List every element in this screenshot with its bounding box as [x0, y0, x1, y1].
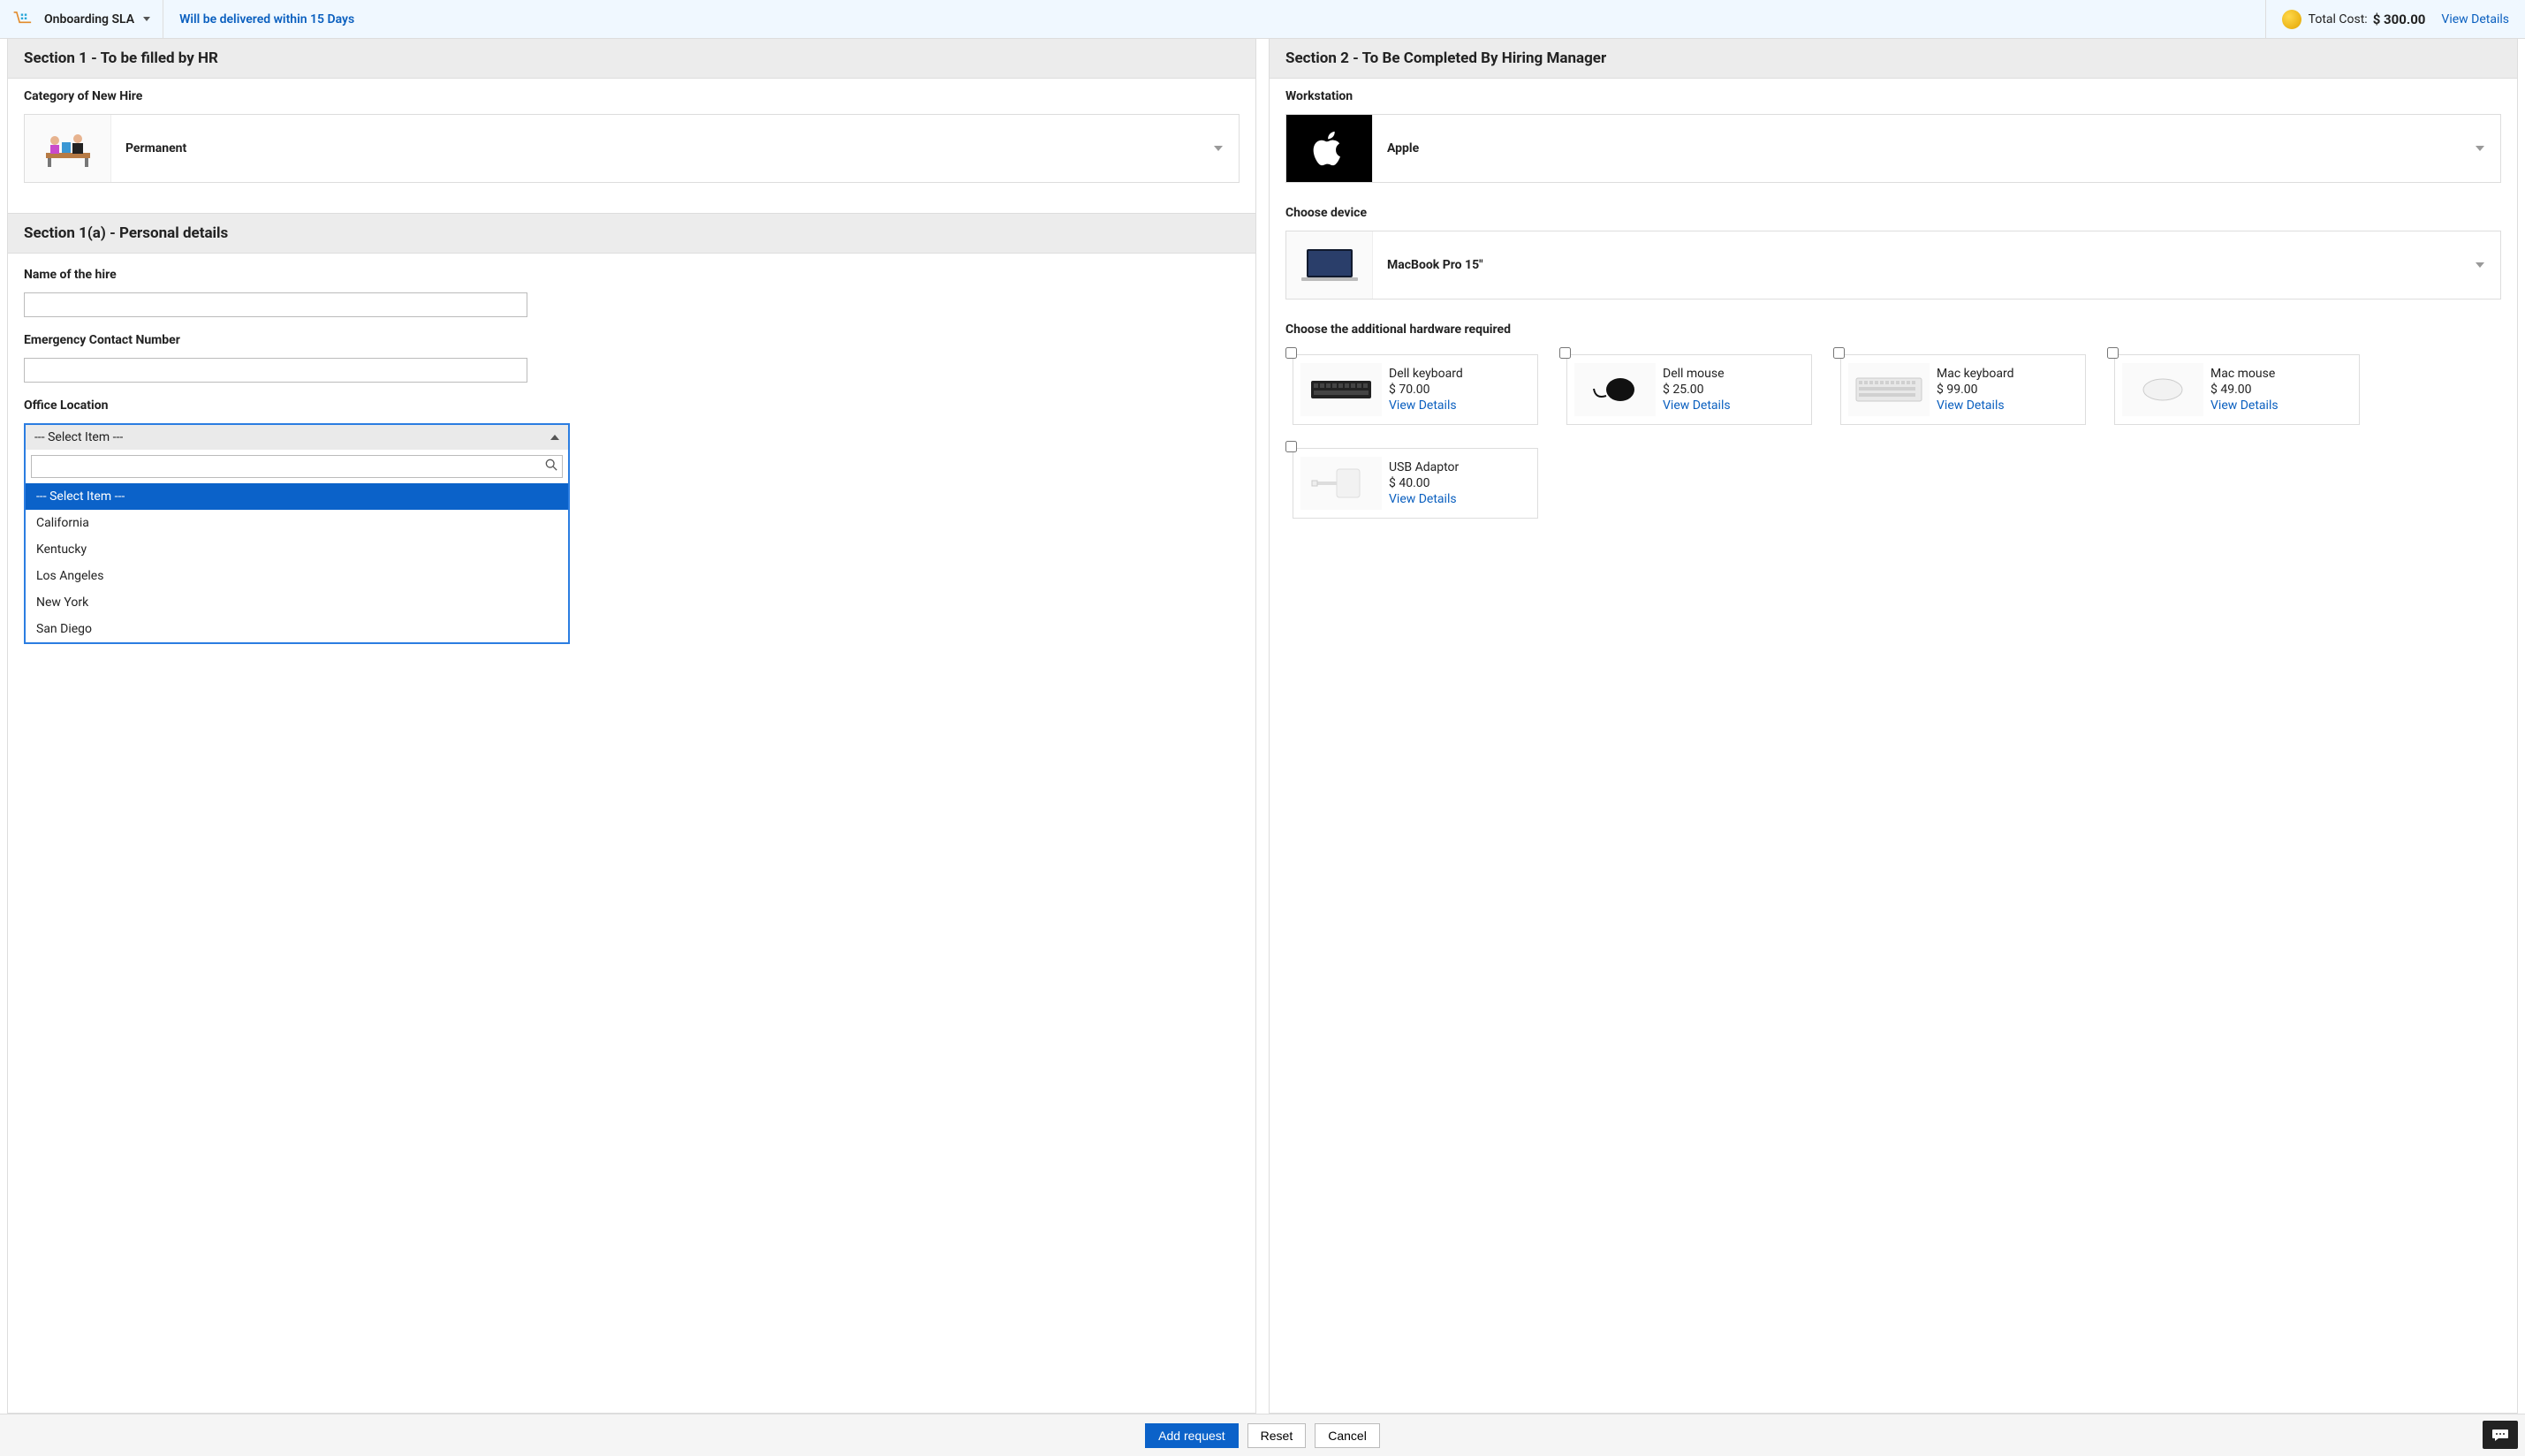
- coins-icon: [2282, 10, 2301, 29]
- hardware-checkbox[interactable]: [2107, 347, 2119, 359]
- hardware-checkbox[interactable]: [1285, 441, 1297, 452]
- combo-option-california[interactable]: California: [26, 510, 568, 536]
- section1a: Section 1(a) - Personal details Name of …: [8, 213, 1255, 660]
- cancel-button[interactable]: Cancel: [1315, 1423, 1380, 1448]
- chat-icon: [2491, 1428, 2509, 1442]
- workstation-label: Workstation: [1285, 89, 2501, 103]
- category-thumb: [25, 115, 111, 182]
- keyboard-icon: [1300, 363, 1382, 416]
- hardware-card: Dell keyboard $ 70.00 View Details: [1293, 354, 1538, 425]
- hardware-name: Dell keyboard: [1389, 367, 1463, 381]
- delivery-text: Will be delivered within 15 Days: [179, 12, 354, 27]
- hardware-view-details[interactable]: View Details: [1389, 398, 1463, 413]
- right-column: Section 2 - To Be Completed By Hiring Ma…: [1269, 39, 2518, 1414]
- name-label: Name of the hire: [24, 268, 1240, 282]
- office-location-label: Office Location: [24, 398, 1240, 413]
- sla-selector[interactable]: Onboarding SLA: [0, 0, 163, 38]
- mouse-icon: [1574, 363, 1656, 416]
- combo-display-text: --- Select Item ---: [34, 430, 123, 444]
- cart-icon: [12, 10, 35, 29]
- hardware-view-details[interactable]: View Details: [1663, 398, 1731, 413]
- device-label: Choose device: [1285, 206, 2501, 220]
- hardware-view-details[interactable]: View Details: [1389, 492, 1459, 506]
- top-right: Total Cost: $ 300.00 View Details: [2265, 0, 2525, 38]
- chevron-down-icon: [2476, 146, 2484, 151]
- hardware-grid: Dell keyboard $ 70.00 View Details: [1285, 347, 2501, 519]
- office-workers-icon: [37, 126, 99, 171]
- combo-display[interactable]: --- Select Item ---: [26, 425, 568, 450]
- section1a-header: Section 1(a) - Personal details: [8, 214, 1255, 254]
- hardware-checkbox[interactable]: [1833, 347, 1845, 359]
- hardware-item-mac-keyboard: Mac keyboard $ 99.00 View Details: [1833, 347, 2086, 425]
- hardware-price: $ 25.00: [1663, 383, 1731, 397]
- emergency-input[interactable]: [24, 358, 527, 383]
- chevron-down-icon: [2476, 262, 2484, 268]
- caret-down-icon: [143, 17, 150, 21]
- combo-search: [31, 455, 563, 478]
- device-select[interactable]: MacBook Pro 15": [1285, 231, 2501, 300]
- hardware-name: USB Adaptor: [1389, 460, 1459, 474]
- hardware-card: Dell mouse $ 25.00 View Details: [1566, 354, 1812, 425]
- category-select[interactable]: Permanent: [24, 114, 1240, 183]
- hardware-checkbox[interactable]: [1285, 347, 1297, 359]
- keyboard-icon: [1848, 363, 1930, 416]
- device-thumb: [1286, 231, 1373, 299]
- add-request-button[interactable]: Add request: [1145, 1423, 1239, 1448]
- mouse-icon: [2122, 363, 2203, 416]
- left-column: Section 1 - To be filled by HR Category …: [7, 39, 1256, 1414]
- combo-option-los-angeles[interactable]: Los Angeles: [26, 563, 568, 589]
- hardware-name: Mac mouse: [2210, 367, 2279, 381]
- sla-label: Onboarding SLA: [44, 12, 134, 27]
- hardware-price: $ 99.00: [1937, 383, 2014, 397]
- main: Section 1 - To be filled by HR Category …: [0, 39, 2525, 1414]
- total-cost-label: Total Cost:: [2309, 12, 2368, 27]
- reset-button[interactable]: Reset: [1247, 1423, 1307, 1448]
- emergency-label: Emergency Contact Number: [24, 333, 1240, 347]
- delivery-message: Will be delivered within 15 Days: [163, 0, 370, 38]
- name-input[interactable]: [24, 292, 527, 317]
- hardware-item-mac-mouse: Mac mouse $ 49.00 View Details: [2107, 347, 2360, 425]
- hardware-card: Mac mouse $ 49.00 View Details: [2114, 354, 2360, 425]
- chat-button[interactable]: [2483, 1421, 2518, 1449]
- combo-search-input[interactable]: [32, 456, 541, 477]
- section2-header: Section 2 - To Be Completed By Hiring Ma…: [1270, 39, 2517, 79]
- hardware-item-dell-keyboard: Dell keyboard $ 70.00 View Details: [1285, 347, 1538, 425]
- top-bar: Onboarding SLA Will be delivered within …: [0, 0, 2525, 39]
- combo-option-new-york[interactable]: New York: [26, 589, 568, 616]
- chevron-up-icon: [550, 435, 559, 440]
- hardware-price: $ 49.00: [2210, 383, 2279, 397]
- hardware-checkbox[interactable]: [1559, 347, 1571, 359]
- hardware-price: $ 40.00: [1389, 476, 1459, 490]
- combo-option-san-diego[interactable]: San Diego: [26, 616, 568, 642]
- hardware-name: Dell mouse: [1663, 367, 1731, 381]
- combo-option-kentucky[interactable]: Kentucky: [26, 536, 568, 563]
- apple-thumb: [1286, 115, 1373, 182]
- hardware-card: USB Adaptor $ 40.00 View Details: [1293, 448, 1538, 519]
- macbook-icon: [1298, 244, 1361, 286]
- hardware-label: Choose the additional hardware required: [1285, 322, 2501, 337]
- category-label: Category of New Hire: [24, 89, 1240, 103]
- category-value: Permanent: [111, 141, 1214, 155]
- total-cost-value: $ 300.00: [2373, 11, 2426, 27]
- hardware-item-usb-adaptor: USB Adaptor $ 40.00 View Details: [1285, 441, 1538, 519]
- combo-option-placeholder[interactable]: --- Select Item ---: [26, 483, 568, 510]
- workstation-select[interactable]: Apple: [1285, 114, 2501, 183]
- apple-logo-icon: [1313, 129, 1346, 168]
- chevron-down-icon: [1214, 146, 1223, 151]
- office-location-combo[interactable]: --- Select Item --- --- Select Item --- …: [24, 423, 570, 644]
- workstation-value: Apple: [1373, 141, 2476, 155]
- combo-list: --- Select Item --- California Kentucky …: [26, 483, 568, 642]
- hardware-view-details[interactable]: View Details: [1937, 398, 2014, 413]
- view-details-link[interactable]: View Details: [2441, 12, 2509, 27]
- usb-adaptor-icon: [1300, 457, 1382, 510]
- hardware-name: Mac keyboard: [1937, 367, 2014, 381]
- hardware-item-dell-mouse: Dell mouse $ 25.00 View Details: [1559, 347, 1812, 425]
- hardware-card: Mac keyboard $ 99.00 View Details: [1840, 354, 2086, 425]
- bottom-bar: Add request Reset Cancel: [0, 1414, 2525, 1456]
- device-value: MacBook Pro 15": [1373, 258, 2476, 272]
- search-icon: [541, 459, 562, 474]
- section1-header: Section 1 - To be filled by HR: [8, 39, 1255, 79]
- hardware-price: $ 70.00: [1389, 383, 1463, 397]
- hardware-view-details[interactable]: View Details: [2210, 398, 2279, 413]
